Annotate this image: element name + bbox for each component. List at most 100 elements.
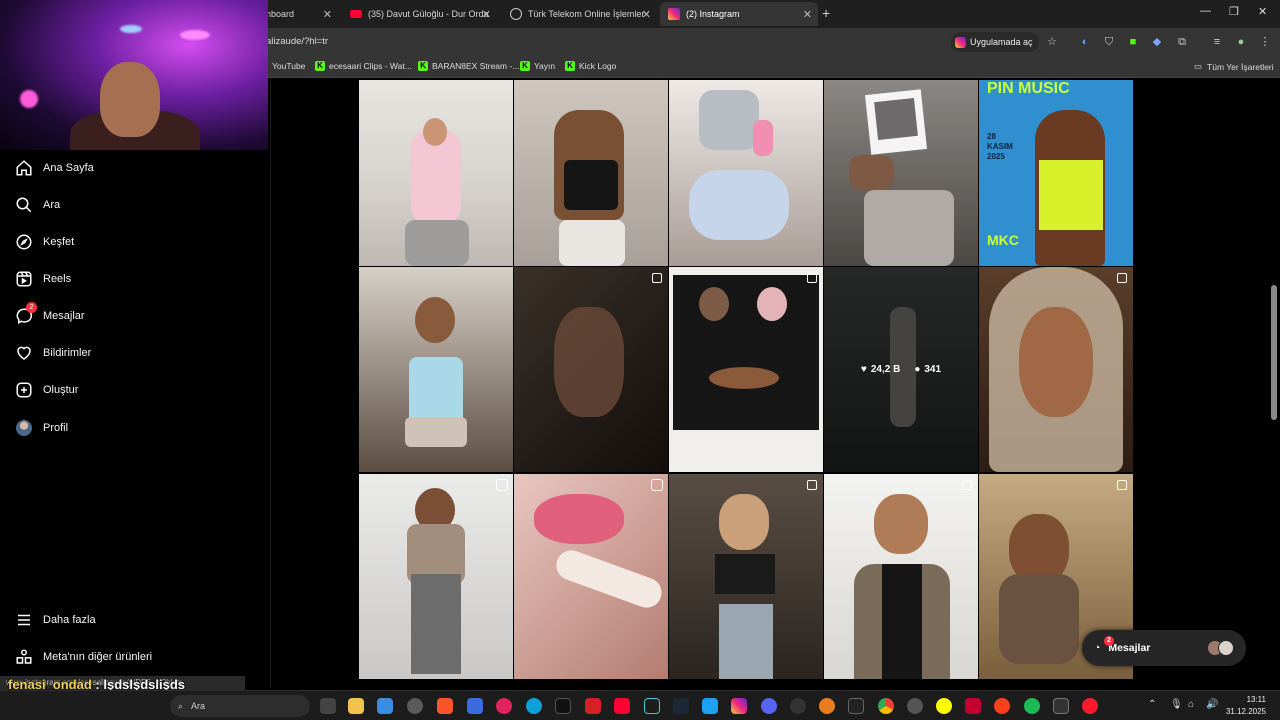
bookmark-yayin[interactable]: K Yayın — [520, 61, 555, 71]
post-thumbnail[interactable] — [359, 474, 513, 679]
sidebar-item-more[interactable]: Daha fazla — [14, 610, 96, 630]
tab-youtube[interactable]: (35) Davut Güloğlu - Dur Orda ✕ — [342, 2, 497, 26]
close-window-button[interactable]: ✕ — [1258, 5, 1267, 18]
comments-value: 341 — [924, 364, 942, 375]
reading-list-icon[interactable]: ≡ — [1210, 35, 1224, 49]
chevron-up-icon[interactable]: ⌃ — [1148, 699, 1156, 710]
chrome-icon[interactable] — [878, 698, 894, 714]
post-thumbnail[interactable] — [514, 474, 668, 679]
brave-icon[interactable] — [437, 698, 453, 714]
media-icon[interactable] — [496, 698, 512, 714]
sidebar-item-notifications[interactable]: Bildirimler — [14, 343, 91, 363]
sidebar-item-reels[interactable]: Reels — [14, 269, 71, 289]
avatar — [1218, 640, 1234, 656]
poster-brand: MKC — [987, 232, 1019, 248]
post-thumbnail[interactable]: ♥ 24,2 B ● 341 — [824, 267, 978, 472]
sidebar-item-search[interactable]: Ara — [14, 195, 60, 215]
steam-icon[interactable] — [673, 698, 689, 714]
sidebar-item-label: Daha fazla — [43, 614, 96, 626]
all-bookmarks[interactable]: ▭ Tüm Yer İşaretleri — [1194, 61, 1274, 72]
file-explorer-icon[interactable] — [348, 698, 364, 714]
profile-icon[interactable]: ● — [1234, 35, 1248, 49]
app-icon[interactable] — [644, 698, 660, 714]
instagram-icon — [955, 36, 966, 48]
puzzle-icon[interactable]: ⧉ — [1175, 35, 1189, 49]
clock[interactable]: 13:11 31.12.2025 — [1226, 694, 1266, 718]
microphone-icon[interactable]: 🎙 — [1170, 699, 1183, 710]
messenger-icon: ◔ — [1094, 642, 1101, 654]
messages-float-button[interactable]: ◔ 2 Mesajlar — [1082, 630, 1246, 666]
extension-icon[interactable]: ◐ — [1078, 35, 1092, 49]
sidebar-item-create[interactable]: Oluştur — [14, 380, 78, 400]
messenger-icon: 2 — [14, 302, 37, 326]
tab-turk-telekom[interactable]: Türk Telekom Online İşlemler ✕ — [502, 2, 657, 26]
task-view-icon[interactable] — [320, 698, 336, 714]
restore-button[interactable]: ❐ — [1229, 5, 1239, 18]
app-icon[interactable] — [1053, 698, 1069, 714]
close-icon[interactable]: ✕ — [642, 8, 651, 21]
close-icon[interactable]: ✕ — [803, 8, 812, 21]
tab-dashboard[interactable]: hboard ✕ — [258, 2, 338, 26]
messages-label: Mesajlar — [1108, 642, 1151, 654]
post-thumbnail[interactable] — [514, 267, 668, 472]
app-icon[interactable] — [407, 698, 423, 714]
notification-badge: 2 — [26, 302, 37, 313]
menu-icon[interactable]: ⋮ — [1258, 35, 1272, 49]
plus-icon — [14, 380, 34, 400]
sidebar-item-explore[interactable]: Keşfet — [14, 232, 74, 252]
post-thumbnail[interactable] — [669, 267, 823, 472]
post-thumbnail[interactable]: PIN MUSIC 28 KASIM 2025 MKC — [979, 80, 1133, 266]
clock-time: 13:11 — [1246, 695, 1266, 704]
close-icon[interactable]: ✕ — [482, 8, 491, 21]
open-in-app-button[interactable]: Uygulamada aç — [951, 32, 1039, 52]
volume-icon[interactable]: 🔊 — [1206, 699, 1218, 710]
netflix-icon[interactable] — [585, 698, 601, 714]
yandex-icon[interactable] — [994, 698, 1010, 714]
sidebar-item-label: Reels — [43, 273, 72, 285]
sidebar-item-messages[interactable]: 2 Mesajlar — [14, 302, 85, 326]
bookmark-baran8ex[interactable]: K BARAN8EX Stream -... — [418, 61, 519, 71]
minimize-button[interactable]: — — [1200, 5, 1211, 17]
scrollbar-thumb[interactable] — [1271, 285, 1277, 420]
epic-games-icon[interactable] — [848, 698, 864, 714]
sidebar-item-meta[interactable]: Meta'nın diğer ürünleri — [14, 647, 152, 667]
post-thumbnail[interactable] — [979, 267, 1133, 472]
tiktok-icon[interactable] — [555, 698, 571, 714]
instagram-icon[interactable] — [731, 698, 747, 714]
bookmark-kick-logo[interactable]: K Kick Logo — [565, 61, 616, 71]
edge-icon[interactable] — [526, 698, 542, 714]
post-thumbnail[interactable] — [669, 474, 823, 679]
app-icon[interactable] — [790, 698, 806, 714]
url-field[interactable]: alizaude/?hl=tr — [266, 36, 328, 47]
bookmark-ecesaari[interactable]: K ecesaari Clips - Wat... — [315, 61, 412, 71]
tab-instagram[interactable]: (2) Instagram ✕ — [660, 2, 818, 26]
new-tab-button[interactable]: + — [822, 5, 830, 21]
post-thumbnail[interactable] — [669, 80, 823, 266]
snapchat-icon[interactable] — [936, 698, 952, 714]
post-thumbnail[interactable] — [824, 474, 978, 679]
app-icon[interactable] — [819, 698, 835, 714]
reel-icon — [651, 479, 663, 491]
copilot-icon[interactable] — [377, 698, 393, 714]
post-thumbnail[interactable] — [514, 80, 668, 266]
discord-icon[interactable] — [761, 698, 777, 714]
spotify-icon[interactable] — [1024, 698, 1040, 714]
post-thumbnail[interactable] — [824, 80, 978, 266]
kick-extension-icon[interactable]: ■ — [1126, 35, 1140, 49]
sidebar-item-home[interactable]: Ana Sayfa — [14, 158, 94, 178]
shield-icon[interactable]: ⛉ — [1102, 35, 1116, 49]
app-icon[interactable] — [907, 698, 923, 714]
close-icon[interactable]: ✕ — [323, 8, 332, 21]
youtube-icon[interactable] — [614, 698, 630, 714]
post-thumbnail[interactable] — [359, 80, 513, 266]
app-icon[interactable] — [965, 698, 981, 714]
extension-icon[interactable]: ◆ — [1150, 35, 1164, 49]
post-thumbnail[interactable] — [359, 267, 513, 472]
opera-icon[interactable] — [1082, 698, 1098, 714]
sidebar-item-profile[interactable]: Profil — [14, 418, 68, 438]
twitter-icon[interactable] — [702, 698, 718, 714]
star-icon[interactable]: ☆ — [1045, 35, 1059, 49]
network-icon[interactable]: ⌂ — [1188, 699, 1194, 710]
store-icon[interactable] — [467, 698, 483, 714]
taskbar-search[interactable]: ⌕ Ara — [170, 695, 310, 717]
